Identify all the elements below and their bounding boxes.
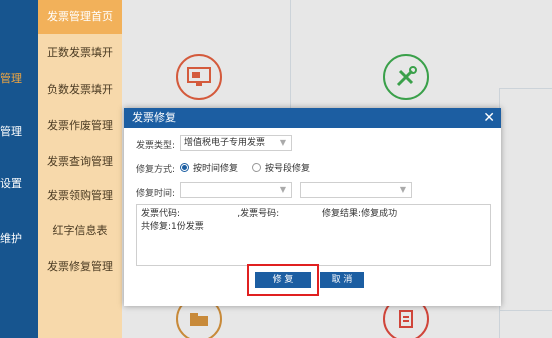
invoice-type-select[interactable]: 增值税电子专用发票 ▼ <box>180 135 292 151</box>
radio-repair-by-time[interactable]: 按时间修复 <box>180 161 238 174</box>
main-nav-item-2[interactable]: 管理 <box>0 123 38 139</box>
divider <box>499 88 552 89</box>
repair-mode-label: 修复方式: <box>136 165 176 175</box>
main-nav-item-3[interactable]: 设置 <box>0 175 38 191</box>
chevron-down-icon: ▼ <box>279 138 286 147</box>
main-nav-item-1[interactable]: 管理 <box>0 70 38 86</box>
repair-button[interactable]: 修 复 <box>255 272 311 288</box>
invoice-repair-dialog: 发票修复 ✕ 发票类型: 增值税电子专用发票 ▼ 修复方式: 按时间修复 按号段… <box>124 108 501 306</box>
dialog-header: 发票修复 <box>124 108 501 128</box>
submenu-item-query-invoice[interactable]: 发票查询管理 <box>38 153 122 169</box>
radio-repair-by-number-label: 按号段修复 <box>265 164 311 174</box>
repair-result-box: 发票代码: ,发票号码: 修复结果:修复成功 共修复:1份发票 <box>136 204 491 266</box>
chevron-down-icon: ▼ <box>279 185 286 194</box>
submenu-item-void-invoice[interactable]: 发票作废管理 <box>38 117 122 133</box>
invoice-screen-icon[interactable] <box>176 54 222 100</box>
main-nav-item-4[interactable]: 维护 <box>0 230 38 246</box>
repair-time-label: 修复时间: <box>136 189 176 199</box>
main-nav: 管理 管理 设置 维护 <box>0 0 38 338</box>
invoice-type-value: 增值税电子专用发票 <box>184 138 266 148</box>
submenu-item-repair-invoice[interactable]: 发票修复管理 <box>38 258 122 274</box>
tools-icon[interactable] <box>383 54 429 100</box>
chevron-down-icon: ▼ <box>399 185 406 194</box>
repair-time-end-select[interactable]: ▼ <box>300 182 412 198</box>
submenu-item-positive-invoice[interactable]: 正数发票填开 <box>38 44 122 60</box>
divider <box>290 0 291 108</box>
submenu: 发票管理首页 正数发票填开 负数发票填开 发票作废管理 发票查询管理 发票领购管… <box>38 0 122 338</box>
radio-unselected-icon <box>252 163 261 172</box>
close-icon[interactable]: ✕ <box>483 108 495 128</box>
submenu-item-negative-invoice[interactable]: 负数发票填开 <box>38 81 122 97</box>
repair-time-start-select[interactable]: ▼ <box>180 182 292 198</box>
radio-repair-by-time-label: 按时间修复 <box>193 164 239 174</box>
radio-repair-by-number[interactable]: 按号段修复 <box>252 161 310 174</box>
dialog-title: 发票修复 <box>132 111 176 124</box>
invoice-type-label: 发票类型: <box>136 141 176 151</box>
result-line-2: 共修复:1份发票 <box>141 222 204 232</box>
result-line-1: 发票代码: ,发票号码: 修复结果:修复成功 <box>141 209 398 219</box>
radio-selected-icon <box>180 163 189 172</box>
divider <box>499 310 552 311</box>
submenu-item-purchase-invoice[interactable]: 发票领购管理 <box>38 187 122 203</box>
cancel-button[interactable]: 取 消 <box>320 272 364 288</box>
submenu-item-red-info[interactable]: 红字信息表 <box>38 222 122 238</box>
submenu-item-home[interactable]: 发票管理首页 <box>38 0 122 34</box>
